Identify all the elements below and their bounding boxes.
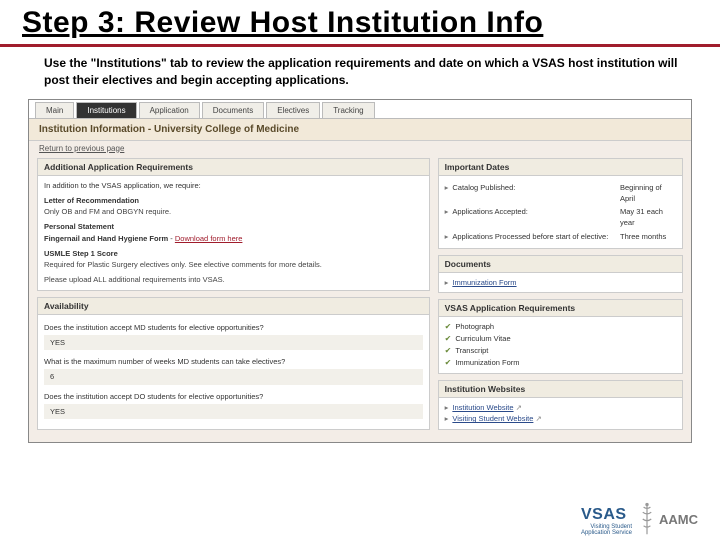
- doc-link[interactable]: Immunization Form: [452, 278, 516, 287]
- lor-note: Only OB and FM and OBGYN require.: [44, 206, 423, 217]
- screenshot-panel: Main Institutions Application Documents …: [28, 99, 692, 444]
- date-value: Beginning of April: [620, 182, 676, 205]
- req-item: Curriculum Vitae: [445, 333, 676, 345]
- page-title: Step 3: Review Host Institution Info: [0, 0, 720, 47]
- availability-q3: Does the institution accept DO students …: [44, 391, 423, 402]
- caduceus-icon: [638, 502, 656, 536]
- date-value: Three months: [620, 231, 676, 242]
- tab-bar: Main Institutions Application Documents …: [29, 100, 691, 119]
- panel-websites: Institution Websites Institution Website…: [438, 380, 683, 430]
- tab-tracking[interactable]: Tracking: [322, 102, 374, 118]
- availability-q1: Does the institution accept MD students …: [44, 322, 423, 333]
- date-value: May 31 each year: [620, 206, 676, 229]
- tab-main[interactable]: Main: [35, 102, 74, 118]
- panel-vsas-requirements: VSAS Application Requirements Photograph…: [438, 299, 683, 374]
- date-label: Applications Processed before start of e…: [445, 231, 620, 242]
- website-link[interactable]: Institution Website: [452, 403, 513, 412]
- panel-important-dates: Important Dates Catalog Published:Beginn…: [438, 158, 683, 249]
- upload-note: Please upload ALL additional requirement…: [44, 274, 423, 285]
- vsas-sub2: Application Service: [581, 530, 632, 536]
- ps-label: Personal Statement: [44, 222, 114, 231]
- back-link[interactable]: Return to previous page: [29, 141, 691, 156]
- tab-institutions[interactable]: Institutions: [76, 102, 136, 118]
- req-item: Photograph: [445, 321, 676, 333]
- req-item: Immunization Form: [445, 357, 676, 369]
- date-label: Catalog Published:: [445, 182, 620, 205]
- form-label: Fingernail and Hand Hygiene Form: [44, 234, 168, 243]
- availability-a2: 6: [44, 369, 423, 384]
- aamc-logo: AAMC: [659, 512, 698, 527]
- date-label: Applications Accepted:: [445, 206, 620, 229]
- footer-logos: VSAS Visiting Student Application Servic…: [581, 502, 698, 536]
- availability-a1: YES: [44, 335, 423, 350]
- panel-header: Availability: [38, 298, 429, 315]
- slide-description: Use the "Institutions" tab to review the…: [0, 47, 720, 99]
- panel-documents: Documents Immunization Form: [438, 255, 683, 293]
- req-item: Transcript: [445, 345, 676, 357]
- website-link[interactable]: Visiting Student Website: [452, 414, 533, 423]
- panel-header: Additional Application Requirements: [38, 159, 429, 176]
- panel-header: VSAS Application Requirements: [439, 300, 682, 317]
- panel-additional-requirements: Additional Application Requirements In a…: [37, 158, 430, 291]
- panel-availability: Availability Does the institution accept…: [37, 297, 430, 431]
- usmle-label: USMLE Step 1 Score: [44, 249, 118, 258]
- vsas-logo: VSAS: [581, 506, 632, 524]
- availability-q2: What is the maximum number of weeks MD s…: [44, 356, 423, 367]
- availability-a3: YES: [44, 404, 423, 419]
- lor-label: Letter of Recommendation: [44, 196, 139, 205]
- usmle-note: Required for Plastic Surgery electives o…: [44, 259, 423, 270]
- tab-electives[interactable]: Electives: [266, 102, 320, 118]
- panel-header: Important Dates: [439, 159, 682, 176]
- institution-title: Institution Information - University Col…: [29, 119, 691, 141]
- tab-application[interactable]: Application: [139, 102, 200, 118]
- panel-header: Institution Websites: [439, 381, 682, 398]
- download-form-link[interactable]: Download form here: [175, 234, 243, 243]
- intro-text: In addition to the VSAS application, we …: [44, 180, 423, 191]
- panel-header: Documents: [439, 256, 682, 273]
- tab-documents[interactable]: Documents: [202, 102, 264, 118]
